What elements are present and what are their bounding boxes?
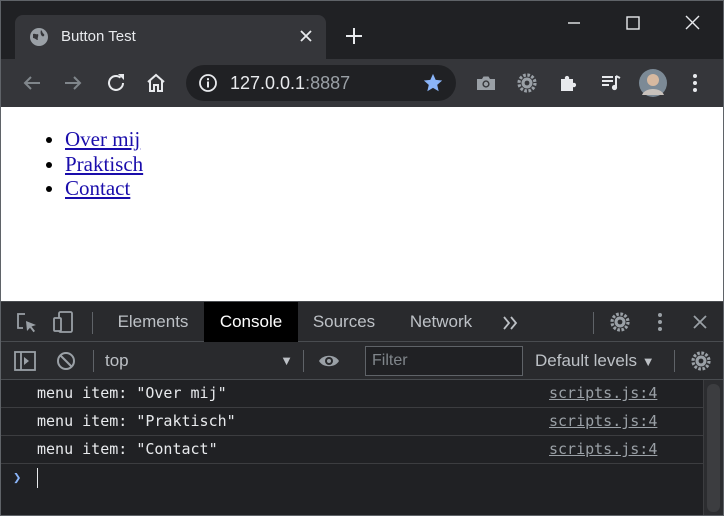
menu-link-praktisch[interactable]: Praktisch <box>65 152 143 176</box>
gear-icon[interactable] <box>689 349 713 373</box>
tab-sources[interactable]: Sources <box>301 302 387 342</box>
log-source-link[interactable]: scripts.js:4 <box>549 412 657 430</box>
console-output: menu item: "Over mij" scripts.js:4 menu … <box>1 380 703 515</box>
eye-icon[interactable] <box>317 349 341 373</box>
browser-toolbar: 127.0.0.1:8887 <box>1 59 723 107</box>
home-icon[interactable] <box>144 71 168 95</box>
plus-icon[interactable] <box>341 23 367 49</box>
globe-icon <box>30 28 48 46</box>
prompt-chevron-icon: ❯ <box>13 470 22 486</box>
console-toolbar: top ▼ Default levels ▼ <box>1 342 723 380</box>
address-bar[interactable]: 127.0.0.1:8887 <box>186 65 456 101</box>
url-text: 127.0.0.1:8887 <box>230 73 350 94</box>
filter-input[interactable] <box>365 346 523 376</box>
device-icon[interactable] <box>51 310 75 334</box>
console-log-row: menu item: "Praktisch" scripts.js:4 <box>1 408 703 436</box>
context-value: top <box>105 351 129 370</box>
divider <box>93 350 94 372</box>
inspect-icon[interactable] <box>15 311 39 335</box>
menu-link-contact[interactable]: Contact <box>65 176 130 200</box>
title-bar: Button Test <box>1 1 723 59</box>
list-item: Praktisch <box>65 152 143 177</box>
levels-label: Default levels <box>535 351 638 370</box>
puzzle-icon[interactable] <box>557 71 581 95</box>
console-prompt[interactable]: ❯ <box>1 464 703 494</box>
forward-icon[interactable] <box>61 71 85 95</box>
list-item: Over mij <box>65 127 143 152</box>
camera-icon[interactable] <box>474 71 498 95</box>
menu-list: Over mij Praktisch Contact <box>65 127 143 201</box>
page-viewport: Over mij Praktisch Contact <box>1 107 723 301</box>
close-icon[interactable] <box>295 25 317 47</box>
divider <box>303 350 304 372</box>
devtools-tab-bar: Elements Console Sources Network <box>1 302 723 342</box>
console-scrollbar[interactable] <box>703 380 723 515</box>
maximize-icon[interactable] <box>610 9 656 37</box>
text-cursor <box>37 468 38 488</box>
log-source-link[interactable]: scripts.js:4 <box>549 384 657 402</box>
triangle-down-icon: ▼ <box>641 354 655 369</box>
levels-select[interactable]: Default levels ▼ <box>535 348 655 374</box>
tab-elements[interactable]: Elements <box>105 302 201 342</box>
scrollbar-thumb[interactable] <box>707 384 720 512</box>
console-log-row: menu item: "Over mij" scripts.js:4 <box>1 380 703 408</box>
triangle-down-icon: ▼ <box>280 353 293 368</box>
list-item: Contact <box>65 176 143 201</box>
log-message: menu item: "Over mij" <box>37 384 227 402</box>
gear-icon[interactable] <box>608 310 632 334</box>
media-icon[interactable] <box>599 71 623 95</box>
log-source-link[interactable]: scripts.js:4 <box>549 440 657 458</box>
log-message: menu item: "Contact" <box>37 440 218 458</box>
reload-icon[interactable] <box>104 71 128 95</box>
console-log-row: menu item: "Contact" scripts.js:4 <box>1 436 703 464</box>
gear-icon[interactable] <box>515 71 539 95</box>
close-icon[interactable] <box>669 9 715 37</box>
url-host: 127.0.0.1 <box>230 73 306 93</box>
menu-link-over-mij[interactable]: Over mij <box>65 127 140 151</box>
divider <box>674 350 675 372</box>
star-icon[interactable] <box>422 72 444 94</box>
close-icon[interactable] <box>688 310 712 334</box>
browser-window: Button Test 127.0.0.1:8887 • Over mij • … <box>0 0 724 516</box>
info-icon[interactable] <box>198 73 218 93</box>
minimize-icon[interactable] <box>551 9 597 37</box>
chevron-double-icon[interactable] <box>498 311 522 335</box>
divider <box>593 312 594 334</box>
tab-title: Button Test <box>61 28 136 45</box>
sidebar-icon[interactable] <box>13 349 37 373</box>
tab-console[interactable]: Console <box>204 302 298 342</box>
divider <box>92 312 93 334</box>
context-select[interactable]: top ▼ <box>105 348 293 374</box>
tab-network[interactable]: Network <box>393 302 489 342</box>
menu-icon[interactable] <box>648 310 672 334</box>
browser-tab[interactable]: Button Test <box>15 15 326 59</box>
log-message: menu item: "Praktisch" <box>37 412 236 430</box>
url-port: :8887 <box>305 73 351 93</box>
devtools-panel: Elements Console Sources Network top ▼ F… <box>1 301 723 515</box>
block-icon[interactable] <box>54 349 78 373</box>
avatar[interactable] <box>639 69 667 97</box>
back-icon[interactable] <box>20 71 44 95</box>
menu-icon[interactable] <box>683 71 707 95</box>
